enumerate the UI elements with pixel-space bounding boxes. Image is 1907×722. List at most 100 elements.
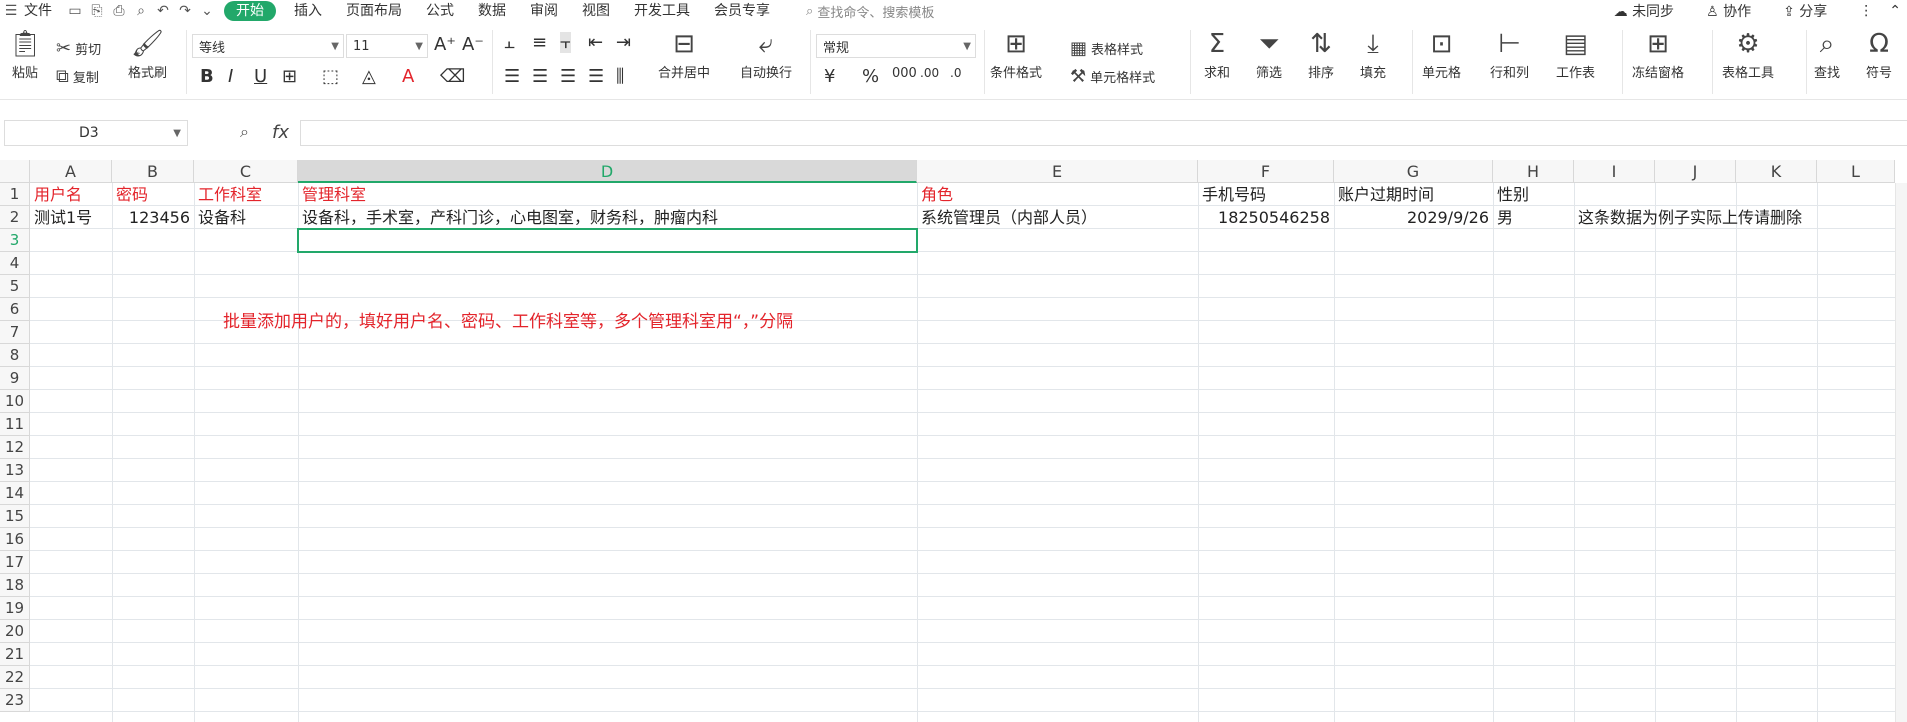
- column-header-c[interactable]: C: [194, 160, 298, 183]
- format-painter-button[interactable]: 🖌︎ 格式刷: [128, 26, 167, 81]
- justify-icon[interactable]: ☰: [588, 66, 604, 87]
- underline-icon[interactable]: U: [254, 66, 267, 87]
- cell-i2[interactable]: 这条数据为例子实际上传请删除: [1574, 206, 1802, 229]
- cell-c1[interactable]: 工作科室: [194, 183, 262, 206]
- print-icon[interactable]: ⎙: [108, 0, 130, 22]
- freeze-panes-button[interactable]: ⊞ 冻结窗格: [1632, 26, 1684, 81]
- row-header[interactable]: 11: [0, 413, 30, 436]
- cell-b1[interactable]: 密码: [112, 183, 148, 206]
- fx-icon[interactable]: fx: [272, 122, 289, 143]
- row-header[interactable]: 12: [0, 436, 30, 459]
- cut-button[interactable]: ✂ 剪切: [56, 38, 101, 59]
- increase-font-icon[interactable]: A⁺: [434, 34, 456, 55]
- column-header-e[interactable]: E: [917, 160, 1198, 183]
- tab-developer[interactable]: 开发工具: [622, 0, 702, 22]
- cell-g2[interactable]: 2029/9/26: [1334, 206, 1493, 229]
- conditional-format-button[interactable]: ⊞ 条件格式: [990, 26, 1042, 81]
- tab-data[interactable]: 数据: [466, 0, 518, 22]
- tab-home[interactable]: 开始: [224, 1, 276, 21]
- quick-access-dropdown-icon[interactable]: ⌄: [196, 0, 218, 22]
- italic-icon[interactable]: I: [228, 66, 233, 87]
- tab-formulas[interactable]: 公式: [414, 0, 466, 22]
- row-header[interactable]: 14: [0, 482, 30, 505]
- sync-status[interactable]: ☁ 未同步: [1614, 1, 1690, 21]
- cell-style-button[interactable]: ⚒ 单元格样式: [1070, 66, 1155, 87]
- vertical-scrollbar[interactable]: [1895, 183, 1907, 722]
- align-top-icon[interactable]: ⫠: [504, 32, 515, 53]
- tab-page-layout[interactable]: 页面布局: [334, 0, 414, 22]
- row-header[interactable]: 16: [0, 528, 30, 551]
- distribute-icon[interactable]: ⫼: [616, 66, 624, 87]
- tab-view[interactable]: 视图: [570, 0, 622, 22]
- tab-review[interactable]: 审阅: [518, 0, 570, 22]
- decrease-font-icon[interactable]: A⁻: [462, 34, 484, 55]
- decrease-decimal-icon[interactable]: .0: [950, 66, 961, 80]
- cell-g1[interactable]: 账户过期时间: [1334, 183, 1434, 206]
- cell-f2[interactable]: 18250546258: [1198, 206, 1334, 229]
- row-header[interactable]: 7: [0, 321, 30, 344]
- file-menu[interactable]: 文件: [22, 0, 64, 22]
- row-col-button[interactable]: ⊢ 行和列: [1490, 26, 1529, 81]
- cell-e1[interactable]: 角色: [917, 183, 953, 206]
- number-format-select[interactable]: 常规 ▼: [816, 34, 976, 58]
- column-header-b[interactable]: B: [112, 160, 194, 183]
- row-header[interactable]: 3: [0, 229, 30, 252]
- clear-format-icon[interactable]: ⌫: [440, 66, 465, 87]
- zoom-magnifier-icon[interactable]: ⌕: [240, 122, 249, 142]
- collab-button[interactable]: ♙ 协作: [1706, 1, 1767, 21]
- row-header[interactable]: 15: [0, 505, 30, 528]
- column-header-k[interactable]: K: [1736, 160, 1817, 183]
- cell-h2[interactable]: 男: [1493, 206, 1513, 229]
- filter-button[interactable]: ⏷ 筛选: [1256, 26, 1282, 82]
- row-header[interactable]: 21: [0, 643, 30, 666]
- cell-d2[interactable]: 设备科，手术室，产科门诊，心电图室，财务科，肿瘤内科: [298, 206, 718, 229]
- row-header[interactable]: 20: [0, 620, 30, 643]
- cell-b2[interactable]: 123456: [112, 206, 194, 229]
- export-icon[interactable]: ⎘: [86, 0, 108, 22]
- cell-a1[interactable]: 用户名: [30, 183, 82, 206]
- thousands-icon[interactable]: 000: [892, 66, 917, 81]
- cell-button[interactable]: ⊡ 单元格: [1422, 26, 1461, 81]
- redo-icon[interactable]: ↷: [174, 0, 196, 22]
- print-preview-icon[interactable]: ⌕: [130, 0, 152, 22]
- percent-icon[interactable]: %: [862, 66, 879, 87]
- column-header-h[interactable]: H: [1493, 160, 1574, 183]
- name-box[interactable]: D3 ▼: [4, 120, 188, 146]
- row-header[interactable]: 22: [0, 666, 30, 689]
- column-header-i[interactable]: I: [1574, 160, 1655, 183]
- row-header[interactable]: 2: [0, 206, 30, 229]
- tab-member[interactable]: 会员专享: [702, 0, 782, 22]
- row-header[interactable]: 1: [0, 183, 30, 206]
- row-header[interactable]: 5: [0, 275, 30, 298]
- increase-indent-icon[interactable]: ⇥: [616, 32, 631, 53]
- row-header[interactable]: 19: [0, 597, 30, 620]
- row-header[interactable]: 9: [0, 367, 30, 390]
- copy-button[interactable]: ⧉ 复制: [56, 66, 99, 87]
- decrease-indent-icon[interactable]: ⇤: [588, 32, 603, 53]
- bold-icon[interactable]: B: [200, 66, 214, 87]
- column-header-f[interactable]: F: [1198, 160, 1334, 183]
- find-button[interactable]: ⌕ 查找: [1814, 26, 1840, 82]
- command-search[interactable]: ⌕ 查找命令、搜索模板: [806, 2, 934, 21]
- undo-icon[interactable]: ↶: [152, 0, 174, 22]
- align-left-icon[interactable]: ☰: [504, 66, 520, 87]
- cell-c2[interactable]: 设备科: [194, 206, 246, 229]
- align-middle-icon[interactable]: ≡: [532, 32, 547, 53]
- formula-input[interactable]: [300, 120, 1907, 146]
- increase-decimal-icon[interactable]: .00: [920, 66, 939, 80]
- font-name-select[interactable]: 等线 ▼: [192, 34, 344, 58]
- align-center-icon[interactable]: ☰: [532, 66, 548, 87]
- column-header-j[interactable]: J: [1655, 160, 1736, 183]
- cell-d1[interactable]: 管理科室: [298, 183, 366, 206]
- font-color-icon[interactable]: A: [402, 66, 414, 87]
- paste-button[interactable]: 📋︎ 粘贴: [6, 26, 44, 81]
- row-header[interactable]: 13: [0, 459, 30, 482]
- save-icon[interactable]: ▭: [64, 0, 86, 22]
- align-right-icon[interactable]: ☰: [560, 66, 576, 87]
- row-header[interactable]: 8: [0, 344, 30, 367]
- sum-button[interactable]: Σ 求和: [1204, 26, 1230, 81]
- row-header[interactable]: 18: [0, 574, 30, 597]
- row-header[interactable]: 10: [0, 390, 30, 413]
- cell-h1[interactable]: 性别: [1493, 183, 1529, 206]
- align-bottom-icon[interactable]: ⫟: [560, 32, 571, 53]
